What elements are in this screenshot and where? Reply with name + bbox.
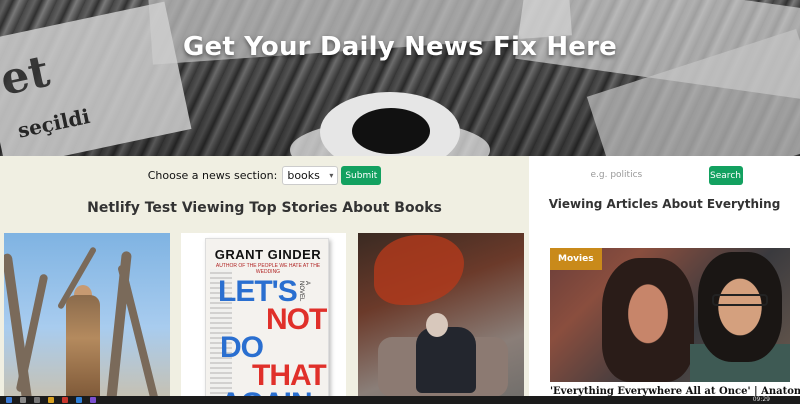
articles-section: Search Viewing Articles About Everything…: [529, 156, 800, 404]
coffee-image: [352, 108, 430, 154]
taskview-icon[interactable]: [34, 397, 40, 403]
person-image: [416, 327, 476, 393]
story-card[interactable]: [4, 233, 170, 404]
person-image: [698, 252, 782, 362]
page-title: Get Your Daily News Fix Here: [183, 32, 617, 62]
newspaper-text: seçildi: [15, 104, 92, 143]
category-badge: Movies: [550, 248, 602, 270]
chevron-down-icon: ▾: [329, 171, 334, 180]
top-stories-section: Choose a news section: books ▾ Submit Ne…: [0, 156, 529, 404]
search-button[interactable]: Search: [708, 166, 743, 185]
leaf-image: [374, 235, 464, 305]
story-card[interactable]: GRANT GINDER AUTHOR OF THE PEOPLE WE HAT…: [181, 233, 346, 404]
submit-button[interactable]: Submit: [341, 166, 382, 185]
section-form: Choose a news section: books ▾ Submit: [0, 166, 529, 185]
person-image: [602, 258, 694, 382]
browser-icon[interactable]: [76, 397, 82, 403]
taskbar: 09:29: [0, 396, 800, 404]
folder-icon[interactable]: [48, 397, 54, 403]
app-icon[interactable]: [90, 397, 96, 403]
hero-banner: et seçildi Get Your Daily News Fix Here: [0, 0, 800, 156]
book-author: GRANT GINDER: [214, 247, 322, 262]
section-select[interactable]: books ▾: [282, 166, 339, 185]
book-title-line: NOT: [266, 303, 327, 336]
newspaper-image: et seçildi: [0, 1, 192, 156]
search-form: Search: [529, 166, 800, 185]
story-card[interactable]: [358, 233, 524, 404]
search-input[interactable]: [586, 166, 705, 185]
windows-icon[interactable]: [6, 397, 12, 403]
glasses-image: [712, 294, 768, 306]
section-heading: Netlify Test Viewing Top Stories About B…: [87, 200, 442, 216]
person-image: [426, 313, 448, 337]
book-subtitle: AUTHOR OF THE PEOPLE WE HATE AT THE WEDD…: [215, 263, 321, 275]
book-tag: A NOVEL: [298, 281, 310, 302]
tree-image: [117, 264, 159, 402]
clock: 09:29: [752, 396, 770, 403]
app-icon[interactable]: [62, 397, 68, 403]
section-label: Choose a news section:: [147, 169, 278, 182]
search-icon[interactable]: [20, 397, 26, 403]
person-image: [66, 295, 100, 403]
book-cover-image: GRANT GINDER AUTHOR OF THE PEOPLE WE HAT…: [205, 238, 329, 404]
section-select-value: books: [287, 169, 320, 182]
section-heading: Viewing Articles About Everything: [548, 197, 781, 211]
